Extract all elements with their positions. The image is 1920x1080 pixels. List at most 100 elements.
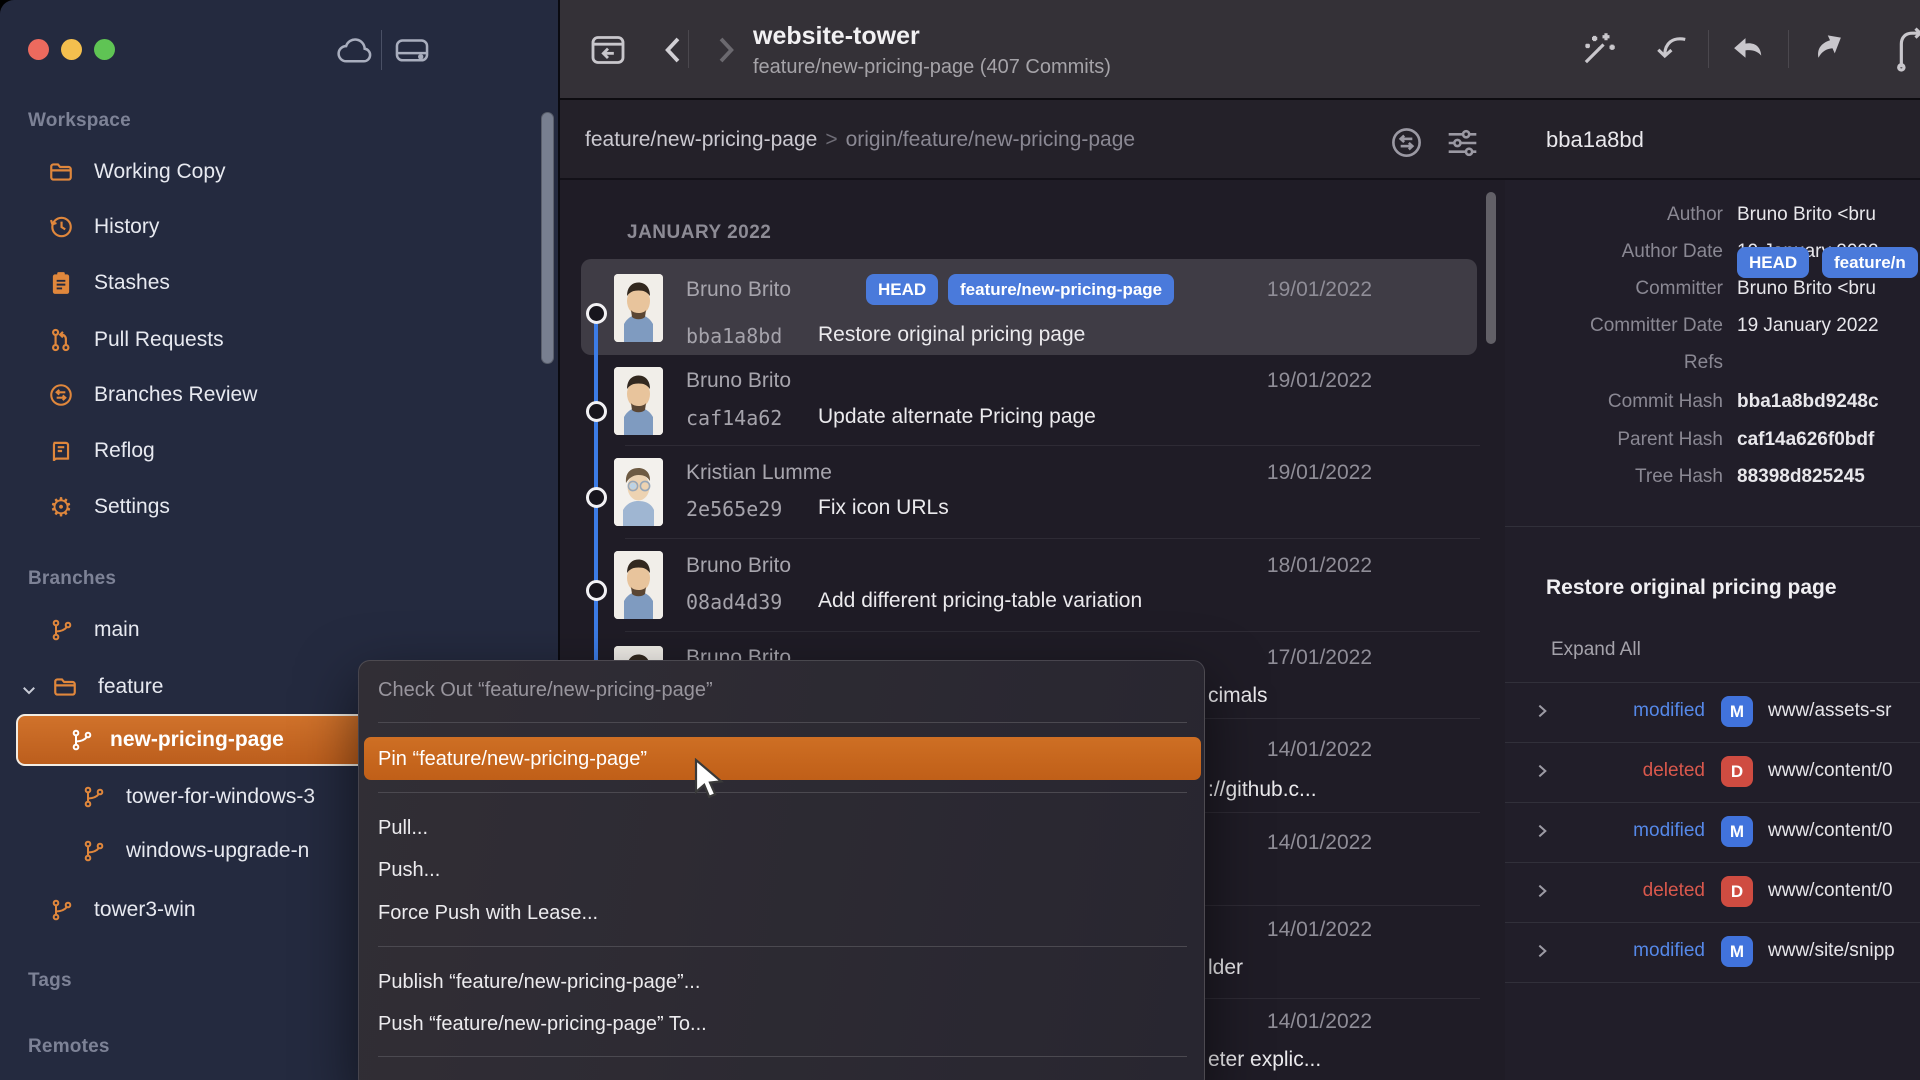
- filter-sliders-icon[interactable]: [1445, 127, 1480, 159]
- menu-item-push[interactable]: Push...: [378, 852, 1168, 888]
- sidebar-item-label: Branches Review: [94, 383, 257, 407]
- field-value: Bruno Brito <bru: [1737, 204, 1920, 226]
- expand-all-link[interactable]: Expand All: [1551, 639, 1641, 661]
- forward-button[interactable]: [706, 30, 744, 70]
- sidebar-section-workspace: Workspace: [28, 110, 131, 132]
- menu-item-check-out: Check Out “feature/new-pricing-page”: [378, 672, 1168, 708]
- commit-list-scrollbar[interactable]: [1486, 192, 1496, 344]
- field-label: Tree Hash: [1505, 466, 1723, 488]
- window-close-button[interactable]: [28, 39, 49, 60]
- merge-icon[interactable]: [1893, 26, 1920, 72]
- sidebar-item-branch-main[interactable]: main: [0, 608, 560, 652]
- branch-context-menu: Check Out “feature/new-pricing-page” Pin…: [358, 660, 1205, 1080]
- commit-date: 17/01/2022: [1212, 646, 1372, 670]
- sidebar-section-tags: Tags: [28, 970, 72, 992]
- reflog-book-icon: [48, 438, 74, 464]
- drive-icon[interactable]: [393, 34, 431, 66]
- push-arrow-icon[interactable]: [1805, 28, 1847, 70]
- main-toolbar: website-tower feature/new-pricing-page (…: [560, 0, 1920, 100]
- detail-header: bba1a8bd: [1505, 100, 1920, 180]
- toolbar-divider: [1708, 30, 1709, 68]
- commit-group-month: JANUARY 2022: [627, 222, 771, 244]
- menu-item-pin[interactable]: Pin “feature/new-pricing-page”: [378, 741, 1168, 777]
- field-label: Parent Hash: [1505, 429, 1723, 451]
- folder-icon: [52, 674, 78, 700]
- field-label: Refs: [1505, 352, 1723, 374]
- field-label: Commit Hash: [1505, 391, 1723, 413]
- pull-arrow-icon[interactable]: [1728, 28, 1770, 70]
- field-value: bba1a8bd9248c: [1737, 391, 1920, 413]
- row-divider: [625, 538, 1480, 539]
- file-path: www/content/0: [1768, 760, 1893, 782]
- avatar: [614, 551, 663, 619]
- repository-subtitle: feature/new-pricing-page (407 Commits): [753, 56, 1111, 79]
- sidebar-scrollbar[interactable]: [541, 112, 554, 364]
- gear-icon: ⚙: [48, 494, 74, 520]
- sidebar-item-branches-review[interactable]: Branches Review: [0, 373, 560, 417]
- sidebar-item-settings[interactable]: ⚙ Settings: [0, 485, 560, 529]
- chevron-right-icon[interactable]: [1534, 763, 1550, 779]
- status-badge-modified: M: [1721, 816, 1753, 847]
- menu-item-publish[interactable]: Publish “feature/new-pricing-page”...: [378, 964, 1168, 1000]
- file-row[interactable]: modified M www/assets-sr: [1505, 682, 1920, 742]
- status-badge-deleted: D: [1721, 756, 1753, 787]
- menu-separator: [378, 1056, 1187, 1057]
- avatar: [614, 367, 663, 435]
- chevron-down-icon[interactable]: [20, 681, 38, 699]
- branch-icon: [82, 785, 106, 809]
- compare-branches-icon[interactable]: [1389, 125, 1424, 160]
- menu-item-push-to[interactable]: Push “feature/new-pricing-page” To...: [378, 1006, 1168, 1042]
- menu-item-pull[interactable]: Pull...: [378, 810, 1168, 846]
- window-minimize-button[interactable]: [61, 39, 82, 60]
- file-row[interactable]: modified M www/site/snipp: [1505, 922, 1920, 982]
- sidebar-item-label: Pull Requests: [94, 328, 224, 352]
- commit-message-fragment: lder: [1208, 956, 1243, 980]
- commit-date: 14/01/2022: [1212, 918, 1372, 942]
- commit-author: Kristian Lumme: [686, 461, 832, 485]
- commit-message: Restore original pricing page: [818, 323, 1085, 347]
- open-repository-icon[interactable]: [588, 30, 628, 70]
- sidebar-item-reflog[interactable]: Reflog: [0, 429, 560, 473]
- chevron-right-icon[interactable]: [1534, 943, 1550, 959]
- commit-hash: bba1a8bd: [686, 324, 782, 348]
- chevron-right-icon[interactable]: [1534, 703, 1550, 719]
- field-value: 19 January 2022: [1737, 315, 1920, 337]
- branch-icon: [82, 839, 106, 863]
- local-branch-name[interactable]: feature/new-pricing-page: [585, 128, 817, 151]
- menu-item-force-push[interactable]: Force Push with Lease...: [378, 895, 1168, 931]
- chevron-right-icon[interactable]: [1534, 883, 1550, 899]
- branch-icon: [50, 618, 74, 642]
- discard-arrow-icon[interactable]: [1652, 28, 1694, 70]
- sidebar-item-history[interactable]: History: [0, 205, 560, 249]
- sidebar-section-remotes: Remotes: [28, 1036, 110, 1058]
- file-path: www/content/0: [1768, 880, 1893, 902]
- commit-author: Bruno Brito: [686, 369, 791, 393]
- file-row[interactable]: deleted D www/content/0: [1505, 742, 1920, 802]
- remote-branch-name[interactable]: origin/feature/new-pricing-page: [846, 128, 1136, 151]
- sidebar-item-working-copy[interactable]: Working Copy: [0, 150, 560, 194]
- mouse-cursor: [694, 758, 728, 802]
- commit-graph-node: [586, 487, 607, 508]
- cloud-icon[interactable]: [336, 36, 374, 66]
- sidebar-item-pull-requests[interactable]: Pull Requests: [0, 318, 560, 362]
- menu-separator: [378, 946, 1187, 947]
- history-clock-icon: [48, 214, 74, 240]
- sidebar-item-stashes[interactable]: Stashes: [0, 261, 560, 305]
- status-badge-modified: M: [1721, 936, 1753, 967]
- commit-message-fragment: ://github.c...: [1208, 778, 1317, 802]
- ref-badge-head: HEAD: [866, 274, 938, 305]
- field-value: caf14a626f0bdf: [1737, 429, 1920, 451]
- quick-actions-wand-icon[interactable]: [1578, 28, 1620, 70]
- commit-message-title: Restore original pricing page: [1546, 576, 1837, 600]
- window-zoom-button[interactable]: [94, 39, 115, 60]
- commit-date: 14/01/2022: [1212, 1010, 1372, 1034]
- branch-compare-header: feature/new-pricing-page>origin/feature/…: [560, 100, 1505, 180]
- file-row[interactable]: modified M www/content/0: [1505, 802, 1920, 862]
- chevron-right-icon[interactable]: [1534, 823, 1550, 839]
- file-row[interactable]: deleted D www/content/0: [1505, 862, 1920, 922]
- file-status: modified: [1560, 820, 1705, 842]
- sidebar-item-label: Stashes: [94, 271, 170, 295]
- status-badge-deleted: D: [1721, 876, 1753, 907]
- sidebar-section-branches: Branches: [28, 568, 116, 590]
- field-value: 88398d825245: [1737, 466, 1920, 488]
